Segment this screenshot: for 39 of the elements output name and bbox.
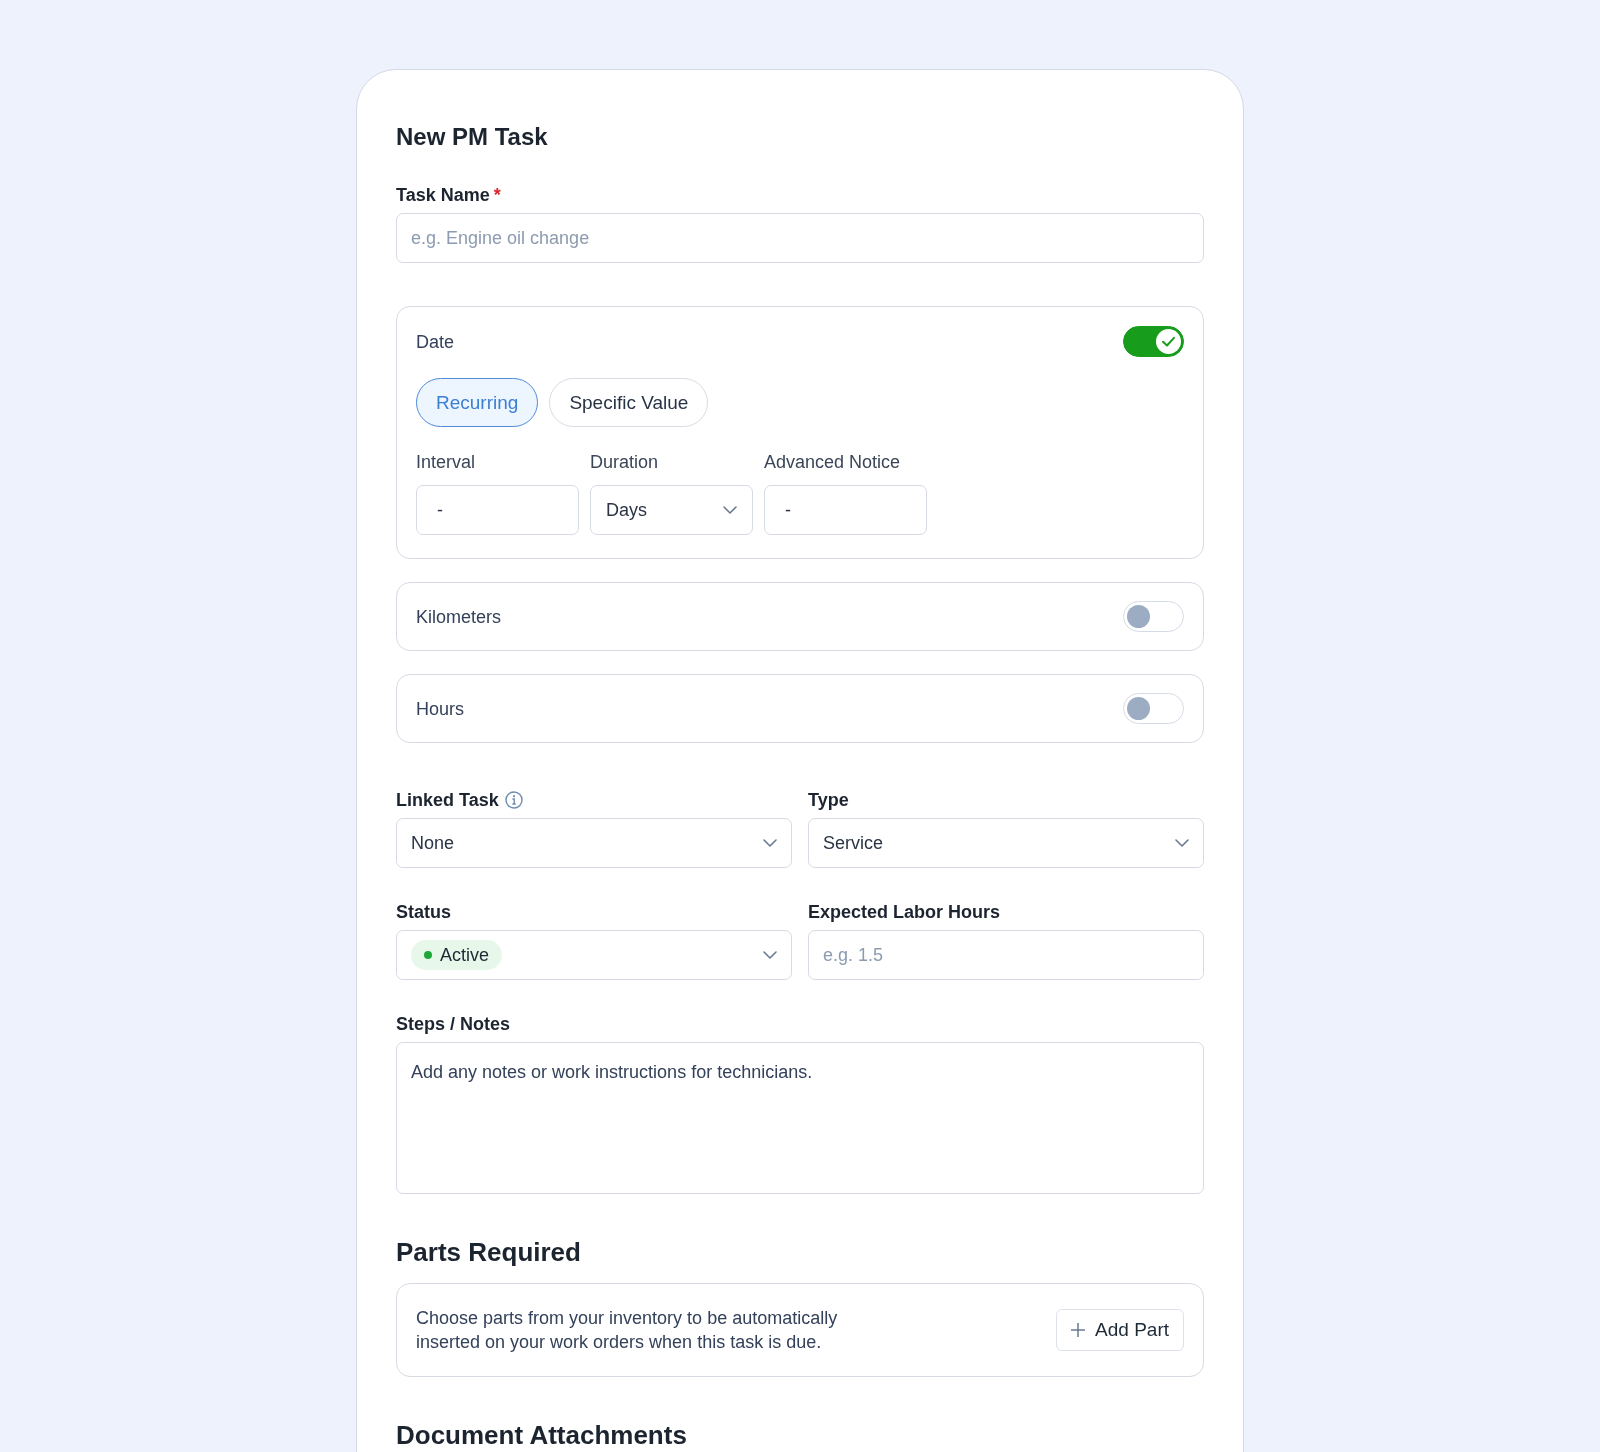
input-field[interactable]: -: [416, 485, 579, 535]
field-label: Duration: [590, 452, 659, 472]
field-label: Interval: [416, 452, 476, 472]
parts-description: Choose parts from your inventory to be automatically inserted on your work orders when this task is due.: [416, 1307, 839, 1354]
section-heading: Parts Required: [396, 1236, 582, 1268]
field-label: Steps / Notes: [396, 1013, 511, 1036]
trigger-label: Date: [416, 330, 455, 354]
form-title: New PM Task: [396, 122, 549, 152]
input-field[interactable]: e.g. Engine oil change: [396, 213, 1204, 263]
field-label: Advanced Notice: [764, 452, 901, 472]
info-icon[interactable]: [504, 791, 523, 809]
check-icon: [1156, 329, 1181, 354]
required-mark: *: [493, 184, 501, 207]
mode-pill[interactable]: Specific Value: [549, 378, 709, 427]
field-label: Expected Labor Hours: [808, 901, 1001, 924]
input-field[interactable]: e.g. 1.5: [808, 930, 1204, 980]
trigger-label: Hours: [416, 697, 464, 721]
notes-textarea[interactable]: Add any notes or work instructions for technicians.: [396, 1042, 1204, 1194]
chevron-down-icon: [723, 506, 737, 514]
select-field[interactable]: None: [396, 818, 792, 868]
plus-icon: [1071, 1323, 1086, 1337]
trigger-label: Kilometers: [416, 605, 502, 629]
select-field[interactable]: Days: [590, 485, 753, 535]
toggle-switch[interactable]: [1123, 326, 1184, 357]
status-select[interactable]: Active: [396, 930, 792, 980]
input-field[interactable]: -: [764, 485, 927, 535]
status-text: Active: [440, 944, 490, 967]
field-label: Status: [396, 901, 451, 924]
field-label: Linked Task: [396, 789, 499, 812]
select-field[interactable]: Service: [808, 818, 1204, 868]
chevron-down-icon: [763, 839, 777, 847]
chevron-down-icon: [763, 951, 777, 959]
field-label: Task Name: [396, 184, 490, 207]
section-heading: Document Attachments: [396, 1422, 688, 1448]
field-label: Type: [808, 789, 849, 812]
mode-pill[interactable]: Recurring: [416, 378, 539, 427]
add-part-button[interactable]: Add Part: [1056, 1309, 1184, 1351]
chevron-down-icon: [1175, 839, 1189, 847]
status-dot-icon: [424, 951, 432, 959]
